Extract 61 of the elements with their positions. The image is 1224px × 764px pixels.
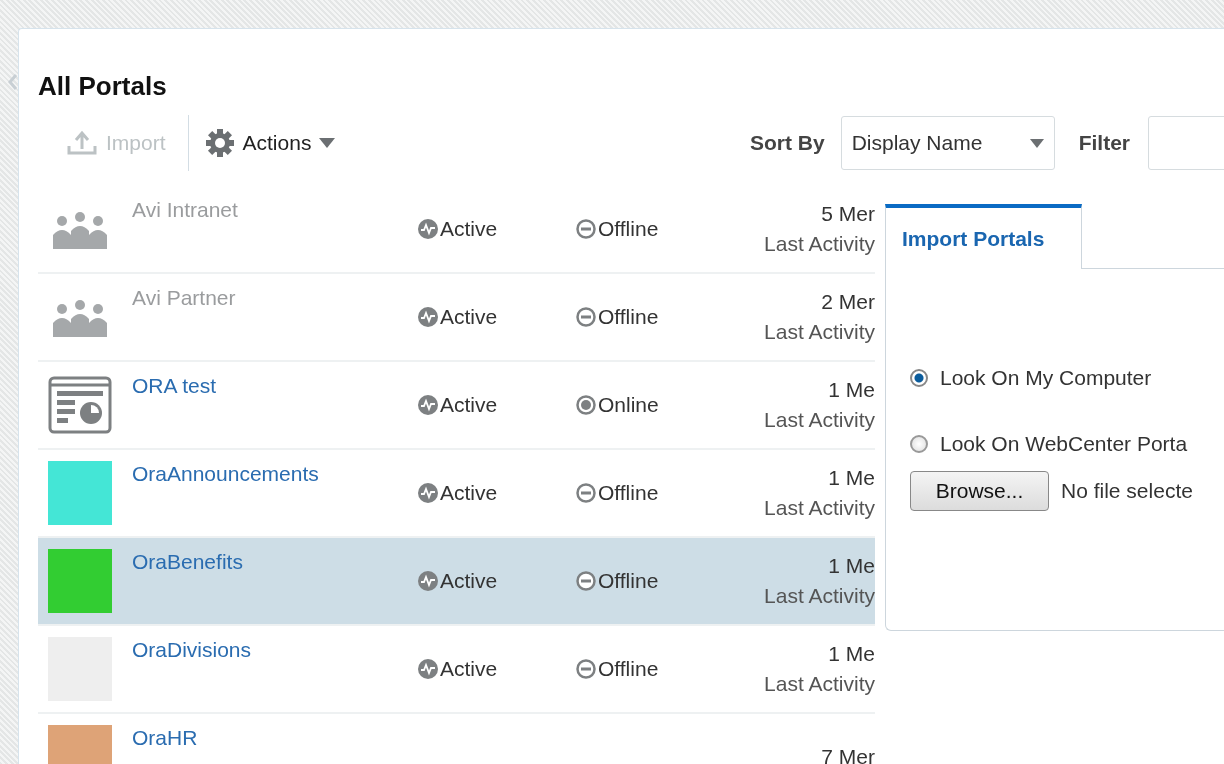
radio-label: Look On WebCenter Porta (940, 432, 1188, 456)
status-text: Offline (598, 217, 659, 241)
gear-icon (204, 128, 235, 158)
state-text: Active (440, 569, 498, 593)
status-text: Offline (598, 305, 659, 329)
sort-dropdown[interactable]: Display Name (840, 116, 1055, 170)
state-text: Active (440, 217, 498, 241)
activity-icon (418, 395, 438, 415)
last-activity-text: Last Activity (764, 671, 875, 697)
chevron-left-icon[interactable] (8, 74, 18, 90)
import-portals-tab[interactable]: Import Portals (885, 204, 1082, 269)
members-count: 1 Me (828, 377, 875, 403)
activity-icon (418, 659, 438, 679)
last-activity-text: Last Activity (764, 407, 875, 433)
activity-icon (418, 219, 438, 239)
filter-label: Filter (1078, 131, 1130, 155)
radio-option[interactable]: Look On My Computer (910, 363, 1224, 393)
last-activity-text: Last Activity (764, 319, 875, 345)
portal-name-link[interactable]: OraBenefits (132, 550, 398, 574)
members-count: 1 Me (828, 465, 875, 491)
state-text: Active (440, 393, 498, 417)
portal-name-link[interactable]: OraAnnouncements (132, 462, 398, 486)
members-count: 2 Mer (821, 289, 875, 315)
caret-icon (319, 138, 336, 148)
last-activity-text: Last Activity (764, 583, 875, 609)
status-text: Offline (598, 569, 659, 593)
portal-name-link[interactable]: OraHR (132, 726, 398, 750)
radio-option[interactable]: Look On WebCenter Porta (910, 429, 1224, 459)
last-activity-text: Last Activity (764, 495, 875, 521)
status-text: Online (598, 393, 659, 417)
sort-by-label: Sort By (749, 131, 825, 155)
filter-field[interactable] (1148, 116, 1224, 170)
portal-row[interactable]: ORA test Active Online 1 Me Last Activity (38, 362, 875, 450)
portal-name-link[interactable]: ORA test (132, 374, 398, 398)
radio-button[interactable] (910, 435, 928, 453)
state-text: Active (440, 481, 498, 505)
state-text: Active (440, 305, 498, 329)
last-activity-text: Last Activity (764, 231, 875, 257)
members-count: 7 Mer (821, 744, 875, 764)
upload-icon (66, 130, 98, 156)
activity-icon (418, 571, 438, 591)
radio-button[interactable] (910, 369, 928, 387)
activity-icon (418, 483, 438, 503)
members-count: 1 Me (828, 553, 875, 579)
portal-row[interactable]: OraBenefits Active Offline 1 Me Last Activity (38, 538, 875, 626)
page-title: All Portals (38, 70, 168, 101)
portal-row[interactable]: OraDivisions Active Offline 1 Me Last Activity (38, 626, 875, 714)
file-status-text: No file selecte (1061, 479, 1193, 503)
status-text: Offline (598, 481, 659, 505)
dashboard-page-icon (48, 376, 112, 434)
members-count: 5 Mer (821, 201, 875, 227)
portal-row[interactable]: OraHR 7 Mer (38, 714, 875, 764)
activity-icon (418, 307, 438, 327)
browse-button[interactable]: Browse... (910, 471, 1049, 511)
state-text: Active (440, 657, 498, 681)
portal-name-link[interactable]: OraDivisions (132, 638, 398, 662)
status-text: Offline (598, 657, 659, 681)
members-count: 1 Me (828, 641, 875, 667)
caret-icon (1029, 138, 1044, 148)
radio-label: Look On My Computer (940, 366, 1152, 390)
actions-menu-button[interactable]: Actions (192, 128, 348, 158)
